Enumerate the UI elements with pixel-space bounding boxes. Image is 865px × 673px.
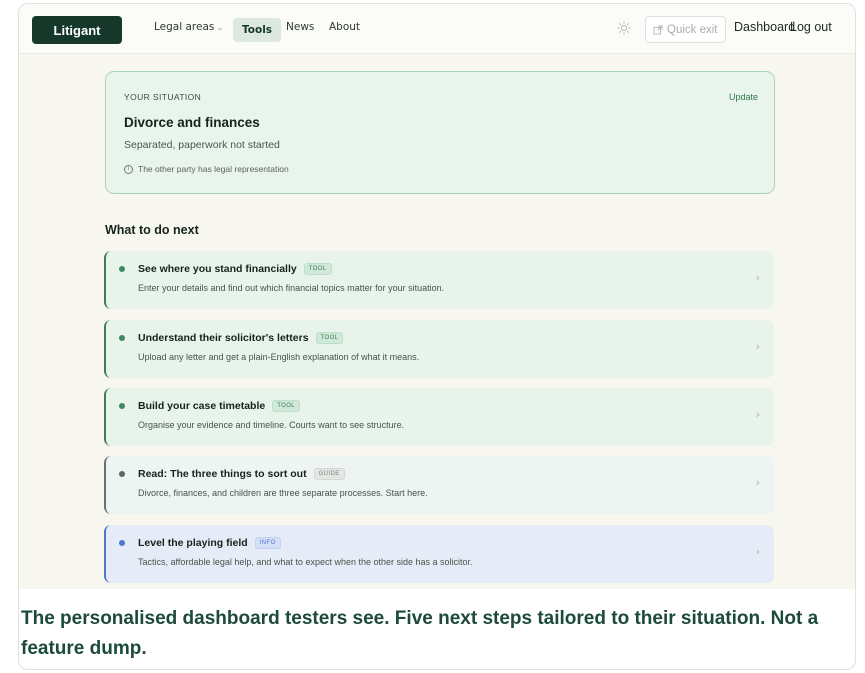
tool-badge: TOOL bbox=[303, 263, 332, 275]
top-navbar: Litigant Legal areas ⌄ Tools News About Q… bbox=[19, 4, 855, 54]
status-dot bbox=[119, 403, 125, 409]
step-title-row: Understand their solicitor's letters TOO… bbox=[138, 332, 344, 344]
sun-icon[interactable] bbox=[617, 21, 631, 35]
step-title: Build your case timetable bbox=[138, 400, 266, 412]
chevron-down-icon: ⌄ bbox=[216, 23, 224, 33]
nav-dashboard[interactable]: Dashboard bbox=[734, 20, 795, 34]
figure-caption: The personalised dashboard testers see. … bbox=[21, 608, 819, 659]
chevron-right-icon: › bbox=[755, 340, 760, 353]
situation-subtitle: Separated, paperwork not started bbox=[124, 139, 280, 151]
external-link-icon bbox=[653, 25, 663, 34]
logo[interactable]: Litigant bbox=[32, 16, 122, 44]
nav-legal-areas[interactable]: Legal areas ⌄ bbox=[154, 21, 224, 33]
situation-card: YOUR SITUATION Update Divorce and financ… bbox=[105, 71, 775, 194]
step-title: See where you stand financially bbox=[138, 263, 297, 275]
status-dot bbox=[119, 266, 125, 272]
step-card-three-things[interactable]: Read: The three things to sort out GUIDE… bbox=[104, 456, 774, 514]
chevron-right-icon: › bbox=[755, 545, 760, 558]
nav-logout[interactable]: Log out bbox=[790, 20, 832, 34]
step-description: Organise your evidence and timeline. Cou… bbox=[138, 420, 405, 430]
step-title: Level the playing field bbox=[138, 537, 248, 549]
situation-label: YOUR SITUATION bbox=[124, 92, 202, 102]
situation-note: i The other party has legal representati… bbox=[124, 164, 289, 174]
status-dot bbox=[119, 471, 125, 477]
update-link[interactable]: Update bbox=[729, 92, 758, 102]
step-title-row: See where you stand financially TOOL bbox=[138, 263, 332, 275]
status-dot bbox=[119, 540, 125, 546]
step-card-timetable[interactable]: Build your case timetable TOOL Organise … bbox=[104, 388, 774, 446]
quick-exit-label: Quick exit bbox=[667, 23, 718, 36]
step-title-row: Build your case timetable TOOL bbox=[138, 400, 301, 412]
nav-news[interactable]: News bbox=[286, 21, 314, 33]
step-card-solicitor-letters[interactable]: Understand their solicitor's letters TOO… bbox=[104, 320, 774, 378]
dashboard-main: YOUR SITUATION Update Divorce and financ… bbox=[19, 54, 855, 589]
step-description: Upload any letter and get a plain-Englis… bbox=[138, 352, 420, 362]
info-badge: INFO bbox=[254, 537, 281, 549]
step-description: Enter your details and find out which fi… bbox=[138, 283, 445, 293]
step-title: Read: The three things to sort out bbox=[138, 468, 307, 480]
step-card-financial[interactable]: See where you stand financially TOOL Ent… bbox=[104, 251, 774, 309]
step-title: Understand their solicitor's letters bbox=[138, 332, 309, 344]
screenshot-frame: Litigant Legal areas ⌄ Tools News About Q… bbox=[18, 3, 856, 670]
status-dot bbox=[119, 335, 125, 341]
nav-legal-areas-label: Legal areas bbox=[154, 21, 215, 33]
step-description: Tactics, affordable legal help, and what… bbox=[138, 557, 473, 567]
situation-note-text: The other party has legal representation bbox=[138, 164, 289, 174]
next-steps-heading: What to do next bbox=[105, 223, 199, 237]
nav-tools[interactable]: Tools bbox=[233, 18, 282, 42]
tool-badge: TOOL bbox=[272, 400, 301, 412]
nav-about[interactable]: About bbox=[329, 21, 360, 33]
quick-exit-button[interactable]: Quick exit bbox=[645, 16, 726, 43]
chevron-right-icon: › bbox=[755, 408, 760, 421]
chevron-right-icon: › bbox=[755, 271, 760, 284]
step-card-playing-field[interactable]: Level the playing field INFO Tactics, af… bbox=[104, 525, 774, 583]
step-description: Divorce, finances, and children are thre… bbox=[138, 488, 428, 498]
guide-badge: GUIDE bbox=[313, 468, 345, 480]
chevron-right-icon: › bbox=[755, 476, 760, 489]
step-title-row: Level the playing field INFO bbox=[138, 537, 281, 549]
step-title-row: Read: The three things to sort out GUIDE bbox=[138, 468, 345, 480]
situation-title: Divorce and finances bbox=[124, 115, 260, 130]
info-icon: i bbox=[124, 164, 133, 174]
tool-badge: TOOL bbox=[315, 332, 344, 344]
